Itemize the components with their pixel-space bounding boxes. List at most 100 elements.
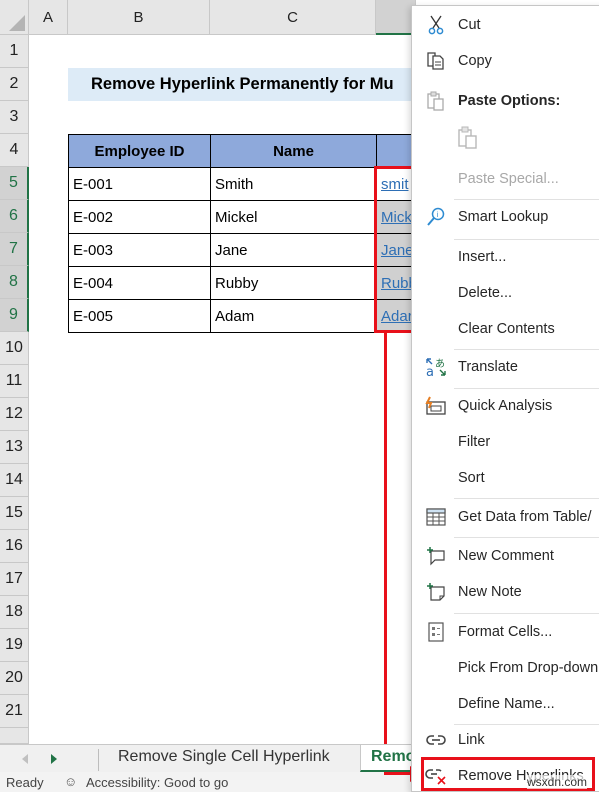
scroll-tabs-left-icon[interactable] bbox=[22, 754, 28, 764]
row-header-14[interactable]: 14 bbox=[0, 464, 29, 497]
menu-item-quick-analysis[interactable]: Quick Analysis bbox=[412, 389, 599, 423]
header-name[interactable]: Name bbox=[210, 134, 377, 168]
new-comment-icon bbox=[424, 544, 448, 568]
cell-name[interactable]: Rubby bbox=[210, 266, 377, 300]
menu-label: New Note bbox=[458, 584, 522, 600]
table-icon bbox=[424, 505, 448, 529]
cell-name[interactable]: Smith bbox=[210, 167, 377, 201]
menu-label: Copy bbox=[458, 53, 492, 69]
cell-name[interactable]: Jane bbox=[210, 233, 377, 267]
menu-label: Paste Special... bbox=[458, 171, 559, 187]
menu-separator bbox=[454, 498, 599, 499]
table-row: E-003 Jane Jane bbox=[68, 233, 422, 267]
scissors-icon bbox=[424, 13, 448, 37]
menu-item-delete[interactable]: Delete... bbox=[412, 276, 599, 310]
row-header-16[interactable]: 16 bbox=[0, 530, 29, 563]
employee-table: Employee ID Name E-001 Smith smit E-002 … bbox=[68, 134, 422, 333]
menu-label: Smart Lookup bbox=[458, 209, 549, 225]
row-header-1[interactable]: 1 bbox=[0, 35, 29, 68]
menu-item-format-cells[interactable]: Format Cells... bbox=[412, 615, 599, 649]
row-header-7[interactable]: 7 bbox=[0, 233, 29, 266]
cell-employee-id[interactable]: E-001 bbox=[68, 167, 211, 201]
table-row: E-005 Adam Adar bbox=[68, 299, 422, 333]
menu-item-new-comment[interactable]: New Comment bbox=[412, 539, 599, 573]
context-menu: Cut Copy Paste Options: Paste Special...… bbox=[411, 5, 599, 792]
row-header-11[interactable]: 11 bbox=[0, 365, 29, 398]
menu-item-filter[interactable]: Filter bbox=[412, 425, 599, 459]
cell-employee-id[interactable]: E-002 bbox=[68, 200, 211, 234]
cell-name[interactable]: Adam bbox=[210, 299, 377, 333]
row-header-9[interactable]: 9 bbox=[0, 299, 29, 332]
menu-item-get-data-from-table[interactable]: Get Data from Table/ bbox=[412, 500, 599, 534]
copy-icon bbox=[424, 49, 448, 73]
column-header-d[interactable] bbox=[376, 0, 416, 35]
format-cells-icon bbox=[424, 620, 448, 644]
menu-item-paste-special[interactable]: Paste Special... bbox=[412, 162, 599, 196]
row-header-22[interactable] bbox=[0, 728, 29, 744]
accessibility-icon: ☺ bbox=[64, 774, 78, 789]
table-row: E-002 Mickel Mick bbox=[68, 200, 422, 234]
column-header-b[interactable]: B bbox=[68, 0, 210, 35]
sheet-tab-remove-single-cell[interactable]: Remove Single Cell Hyperlink bbox=[108, 745, 340, 772]
row-header-3[interactable]: 3 bbox=[0, 101, 29, 134]
row-header-12[interactable]: 12 bbox=[0, 398, 29, 431]
table-row: E-004 Rubby Rubb bbox=[68, 266, 422, 300]
sheet-title[interactable]: Remove Hyperlink Permanently for Mu bbox=[91, 68, 411, 101]
column-header-c[interactable]: C bbox=[210, 0, 376, 35]
menu-item-sort[interactable]: Sort bbox=[412, 461, 599, 495]
column-header-a[interactable]: A bbox=[29, 0, 68, 35]
row-header-18[interactable]: 18 bbox=[0, 596, 29, 629]
menu-item-smart-lookup[interactable]: i Smart Lookup bbox=[412, 200, 599, 234]
quick-analysis-icon bbox=[424, 394, 448, 418]
row-header-20[interactable]: 20 bbox=[0, 662, 29, 695]
menu-label: Format Cells... bbox=[458, 624, 553, 640]
menu-separator bbox=[454, 613, 599, 614]
row-header-13[interactable]: 13 bbox=[0, 431, 29, 464]
svg-text:a: a bbox=[426, 365, 434, 378]
menu-label: Insert... bbox=[458, 249, 507, 265]
scroll-tabs-right-icon[interactable] bbox=[51, 754, 57, 764]
menu-item-translate[interactable]: aあ Translate bbox=[412, 350, 599, 384]
menu-item-define-name[interactable]: Define Name... bbox=[412, 687, 599, 721]
menu-item-link[interactable]: Link bbox=[412, 723, 599, 757]
menu-item-pick-from-drop-down[interactable]: Pick From Drop-down bbox=[412, 651, 599, 685]
menu-label: Link bbox=[458, 732, 485, 748]
menu-label: New Comment bbox=[458, 548, 554, 564]
row-header-5[interactable]: 5 bbox=[0, 167, 29, 200]
menu-separator bbox=[454, 537, 599, 538]
menu-label: Filter bbox=[458, 434, 491, 450]
menu-item-cut[interactable]: Cut bbox=[412, 8, 599, 42]
row-header-17[interactable]: 17 bbox=[0, 563, 29, 596]
menu-item-new-note[interactable]: New Note bbox=[412, 575, 599, 609]
menu-label: Sort bbox=[458, 470, 485, 486]
menu-item-clear-contents[interactable]: Clear Contents bbox=[412, 312, 599, 346]
row-header-4[interactable]: 4 bbox=[0, 134, 29, 167]
cell-employee-id[interactable]: E-003 bbox=[68, 233, 211, 267]
menu-item-copy[interactable]: Copy bbox=[412, 44, 599, 78]
selection-annotation-box bbox=[374, 166, 414, 333]
cell-employee-id[interactable]: E-004 bbox=[68, 266, 211, 300]
status-ready: Ready bbox=[6, 775, 44, 790]
row-header-6[interactable]: 6 bbox=[0, 200, 29, 233]
row-header-10[interactable]: 10 bbox=[0, 332, 29, 365]
menu-label: Delete... bbox=[458, 285, 512, 301]
row-header-21[interactable]: 21 bbox=[0, 695, 29, 728]
menu-label: Paste Options: bbox=[458, 93, 561, 109]
select-all-triangle bbox=[9, 15, 25, 31]
row-header-15[interactable]: 15 bbox=[0, 497, 29, 530]
row-header-2[interactable]: 2 bbox=[0, 68, 29, 101]
row-header-19[interactable]: 19 bbox=[0, 629, 29, 662]
paste-icon bbox=[424, 89, 448, 113]
menu-label: Define Name... bbox=[458, 696, 555, 712]
row-header-8[interactable]: 8 bbox=[0, 266, 29, 299]
menu-item-paste-option[interactable] bbox=[412, 121, 599, 155]
menu-label: Clear Contents bbox=[458, 321, 555, 337]
cell-employee-id[interactable]: E-005 bbox=[68, 299, 211, 333]
select-all-corner[interactable] bbox=[0, 0, 29, 35]
menu-label: Cut bbox=[458, 17, 481, 33]
accessibility-status[interactable]: Accessibility: Good to go bbox=[86, 775, 228, 790]
cell-name[interactable]: Mickel bbox=[210, 200, 377, 234]
table-row: E-001 Smith smit bbox=[68, 167, 422, 201]
header-employee-id[interactable]: Employee ID bbox=[68, 134, 211, 168]
menu-item-insert[interactable]: Insert... bbox=[412, 240, 599, 274]
